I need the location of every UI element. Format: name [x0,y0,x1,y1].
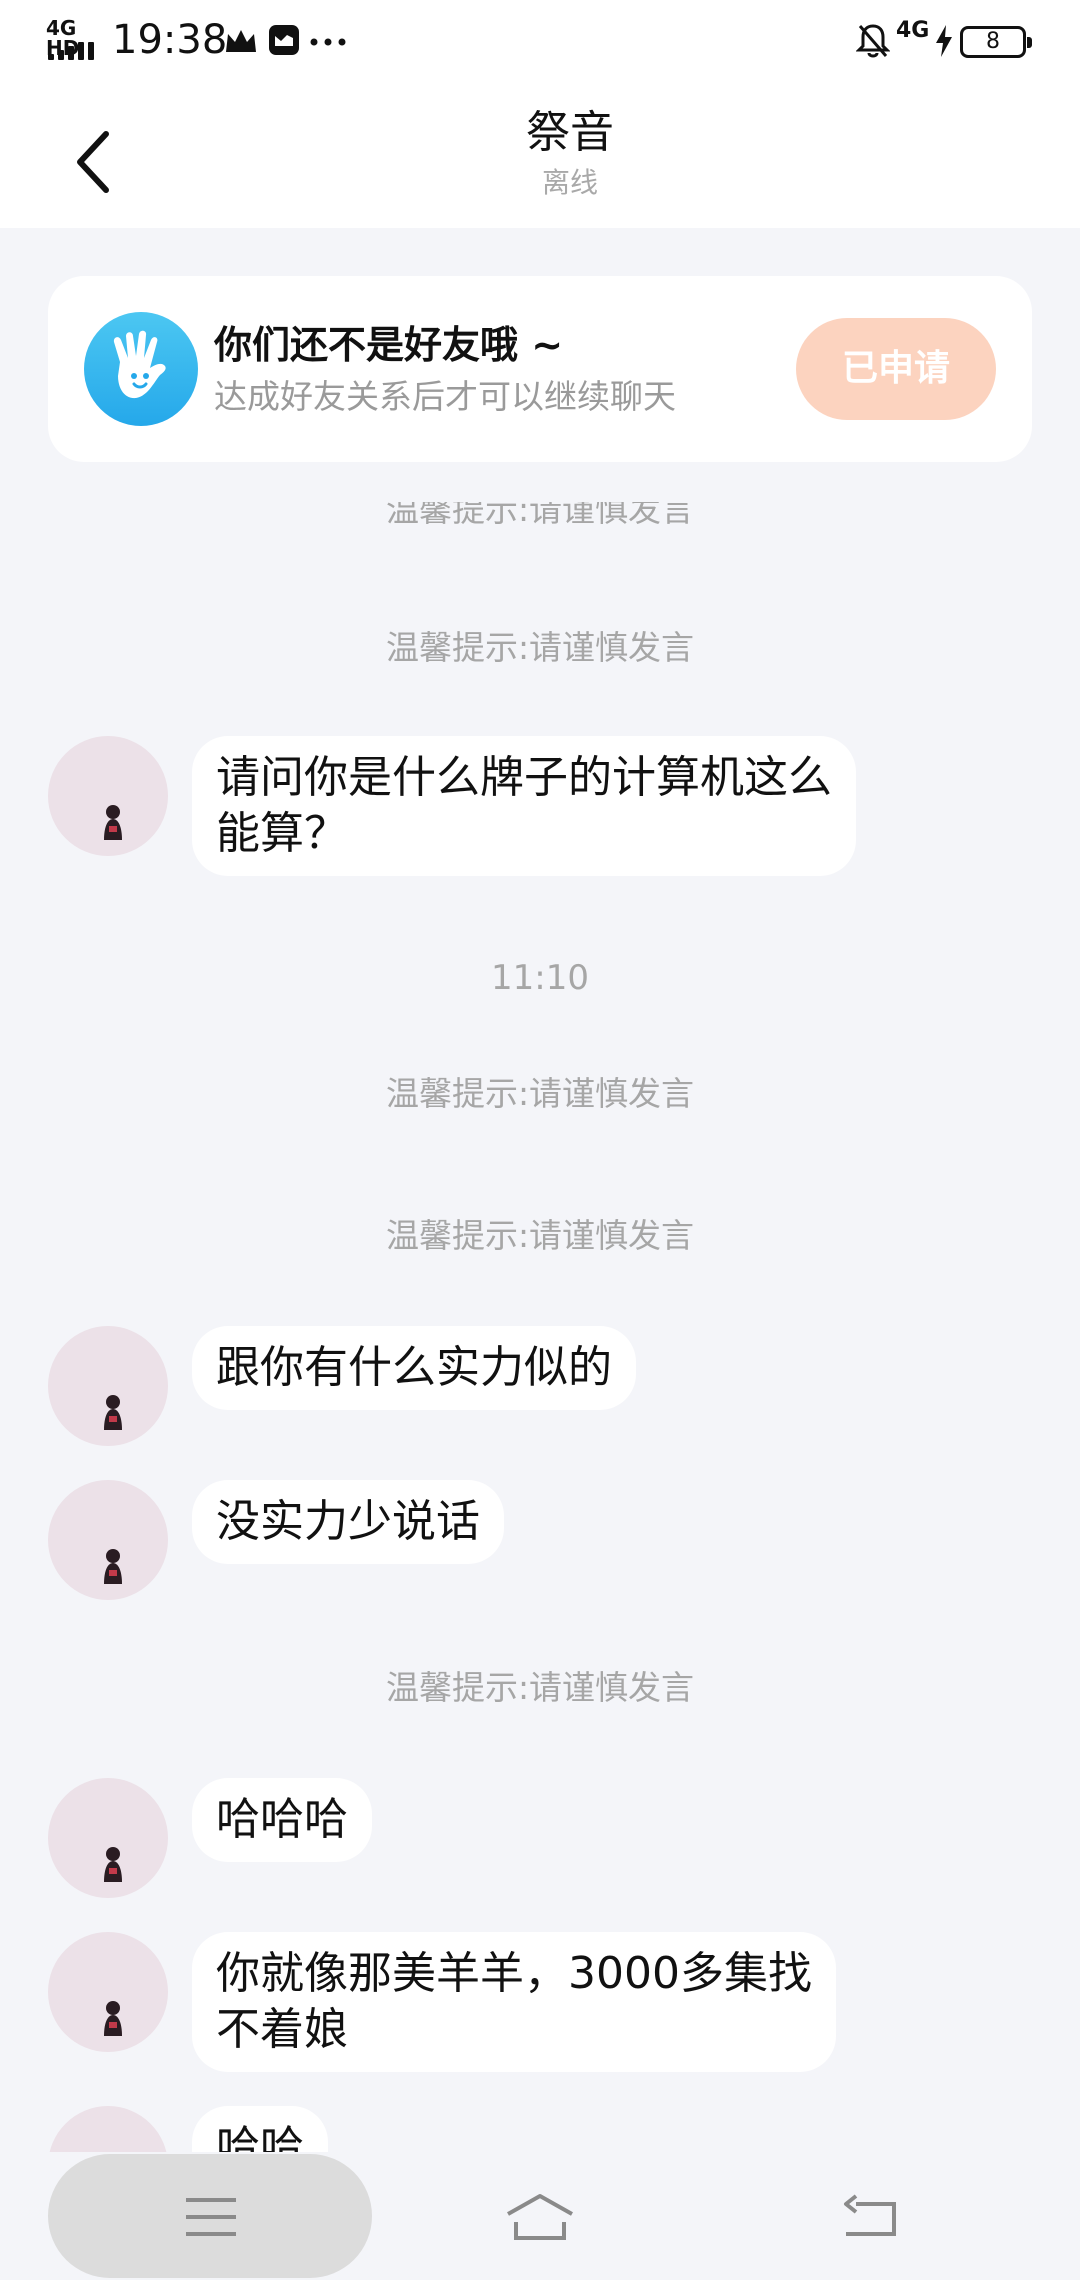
system-nav-bar [0,2152,1080,2280]
message-bubble[interactable]: 请问你是什么牌子的计算机这么 能算？ [192,736,856,876]
network-indicator: 4G HD [46,18,98,60]
message-bubble[interactable]: 哈哈 [192,2106,328,2152]
avatar[interactable] [48,2106,168,2152]
avatar[interactable] [48,1778,168,1898]
chat-notice: 温馨提示:请谨慎发言 [385,1216,695,1255]
avatar-figure-icon [104,1395,122,1430]
bell-off-icon [856,24,890,58]
avatar[interactable] [48,736,168,856]
message-bubble[interactable]: 哈哈哈 [192,1778,372,1862]
status-bar: 4G HD 19:38 4G 8 [0,0,1080,84]
avatar[interactable] [48,1326,168,1446]
request-sent-button[interactable]: 已申请 [796,318,996,420]
signal-icon [48,42,98,60]
battery-icon: 8 [960,26,1032,58]
home-icon[interactable] [504,2192,576,2242]
chat-list[interactable]: 温馨提示:请谨慎发言 温馨提示:请谨慎发言 请问你是什么牌子的计算机这么 能算？… [0,462,1080,2152]
avatar-figure-icon [104,1847,122,1882]
avatar-figure-icon [104,805,122,840]
friend-card-description: 达成好友关系后才可以继续聊天 [214,377,676,416]
chat-notice: 温馨提示:请谨慎发言 [385,628,695,667]
waving-hand-icon [113,330,166,399]
menu-icon[interactable] [184,2196,238,2238]
chat-notice: 温馨提示:请谨慎发言 [385,1668,695,1707]
message-bubble[interactable]: 跟你有什么实力似的 [192,1326,636,1410]
avatar-figure-icon [104,2001,122,2036]
friend-card-avatar [84,312,198,426]
chat-header: 祭音 离线 [0,84,1080,228]
back-icon[interactable] [842,2192,898,2238]
battery-level: 8 [986,29,1000,54]
more-dots-icon [310,38,346,46]
friend-request-card: 你们还不是好友哦 ~ 达成好友关系后才可以继续聊天 已申请 [48,276,1032,462]
network-type-label: 4G [896,18,930,43]
online-status: 离线 [541,166,598,199]
status-time: 19:38 [112,17,228,63]
avatar[interactable] [48,1932,168,2052]
chat-notice: 温馨提示:请谨慎发言 [385,1074,695,1113]
message-bubble[interactable]: 没实力少说话 [192,1480,504,1564]
avatar[interactable] [48,1480,168,1600]
message-time: 11:10 [491,958,589,998]
avatar-figure-icon [104,1549,122,1584]
crown-icon [226,30,256,52]
contact-name: 祭音 [526,107,614,158]
friend-card-title: 你们还不是好友哦 ~ [214,323,564,367]
message-bubble[interactable]: 你就像那美羊羊，3000多集找 不着娘 [192,1932,836,2072]
message-app-icon [269,25,299,55]
chat-notice: 温馨提示:请谨慎发言 [385,490,695,529]
charging-icon [936,25,952,57]
